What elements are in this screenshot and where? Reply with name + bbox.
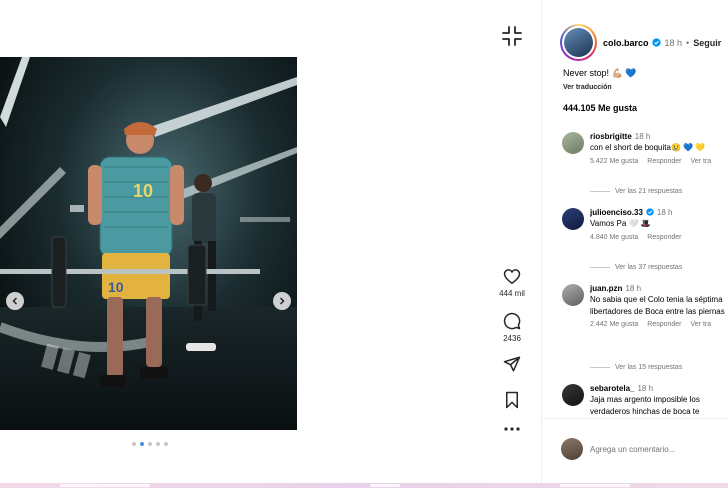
post-photo[interactable]: ▮▮▮ 10 10 [0,57,297,430]
comment-username[interactable]: julioenciso.33 [590,208,643,217]
bookmark-icon [506,391,518,409]
reply-button[interactable]: Responder [647,158,681,165]
see-translation-link[interactable]: Ver traducción [563,84,612,91]
translate-button[interactable]: Ver tra [691,158,712,165]
like-button[interactable]: 444 mil [499,268,525,298]
reply-button[interactable]: Responder [647,234,681,241]
save-button[interactable] [504,391,520,409]
view-replies-link[interactable]: Ver las 37 respuestas [590,264,682,271]
view-replies-label: Ver las 37 respuestas [615,264,683,271]
svg-text:10: 10 [108,279,124,295]
comment-time: 18 h [637,384,654,393]
carousel-dot [164,442,168,446]
view-replies-link[interactable]: Ver las 21 respuestas [590,188,682,195]
author-username[interactable]: colo.barco [603,38,649,48]
comment-time: 18 h [625,284,642,293]
commenter-avatar[interactable] [562,132,584,154]
carousel-indicator [132,442,168,446]
view-replies-link[interactable]: Ver las 15 respuestas [590,364,682,371]
comment-username[interactable]: sebarotela_ [590,384,634,393]
comment-input[interactable] [590,441,720,457]
follow-button[interactable]: Seguir [693,38,721,48]
carousel-next-button[interactable] [273,292,291,310]
comment-username[interactable]: riosbrigitte [590,132,632,141]
view-replies-label: Ver las 15 respuestas [615,364,683,371]
verified-badge-icon [646,208,654,216]
post-header: colo.barco 18 h • Seguir [560,24,721,61]
current-user-avatar [561,438,583,460]
carousel-dot [132,442,136,446]
comment-count: 2436 [503,334,521,343]
reply-button[interactable]: Responder [647,321,681,328]
gym-photo-illustration: ▮▮▮ 10 10 [0,57,297,430]
post-caption: Never stop! 💪🏼 💙 [563,68,636,79]
comment-composer [542,418,728,482]
meta-separator: • [686,37,690,48]
like-count: 444 mil [499,289,525,298]
carousel-dot [148,442,152,446]
comment-bubble-icon [503,312,521,330]
comment-text: Vamos Pa 🤍 🎩 [590,219,651,228]
comment-username[interactable]: juan.pzn [590,284,622,293]
share-button[interactable] [503,355,521,373]
comment-likes[interactable]: 5.422 Me gusta [590,158,638,165]
commenter-avatar[interactable] [562,208,584,230]
comment-text: No sabia que el Colo tenia la séptima li… [590,295,725,316]
collapse-button[interactable] [501,25,523,47]
commenter-avatar[interactable] [562,384,584,406]
comment-text: Jaja mas argento imposible los verdadero… [590,395,700,416]
carousel-dot [156,442,160,446]
comments-panel: colo.barco 18 h • Seguir Never stop! 💪🏼 … [541,0,728,483]
instagram-post-modal: ▮▮▮ 10 10 444 mil 2436 colo.barco 18 h •… [0,0,728,488]
comment-button[interactable]: 2436 [503,312,521,343]
more-dots-icon [504,427,520,431]
likes-total[interactable]: 444.105 Me gusta [563,103,637,113]
post-time: 18 h [664,37,683,48]
heart-icon [503,269,521,285]
carousel-prev-button[interactable] [6,292,24,310]
carousel-dot [140,442,144,446]
bottom-taskbar-strip [0,483,728,488]
author-avatar [564,28,593,57]
post-actions: 444 mil 2436 [494,268,530,431]
more-options-button[interactable] [504,427,520,431]
verified-badge-icon [651,38,661,47]
author-story-ring[interactable] [560,24,597,61]
comment-text: con el short de boquita😢 💙 💛 [590,143,706,152]
comment-time: 18 h [634,132,651,141]
comment-time: 18 h [656,208,673,217]
chevron-left-icon [12,297,18,305]
commenter-avatar[interactable] [562,284,584,306]
media-panel: ▮▮▮ 10 10 444 mil 2436 [0,0,541,483]
translate-button[interactable]: Ver tra [691,321,712,328]
caption-text: Never stop! 💪🏼 💙 [563,68,637,78]
comment-likes[interactable]: 2.442 Me gusta [590,321,638,328]
paper-plane-icon [503,356,521,372]
comment-likes[interactable]: 4.840 Me gusta [590,234,638,241]
view-replies-label: Ver las 21 respuestas [615,188,683,195]
collapse-icon [502,26,522,46]
svg-text:10: 10 [133,181,153,201]
chevron-right-icon [279,297,285,305]
